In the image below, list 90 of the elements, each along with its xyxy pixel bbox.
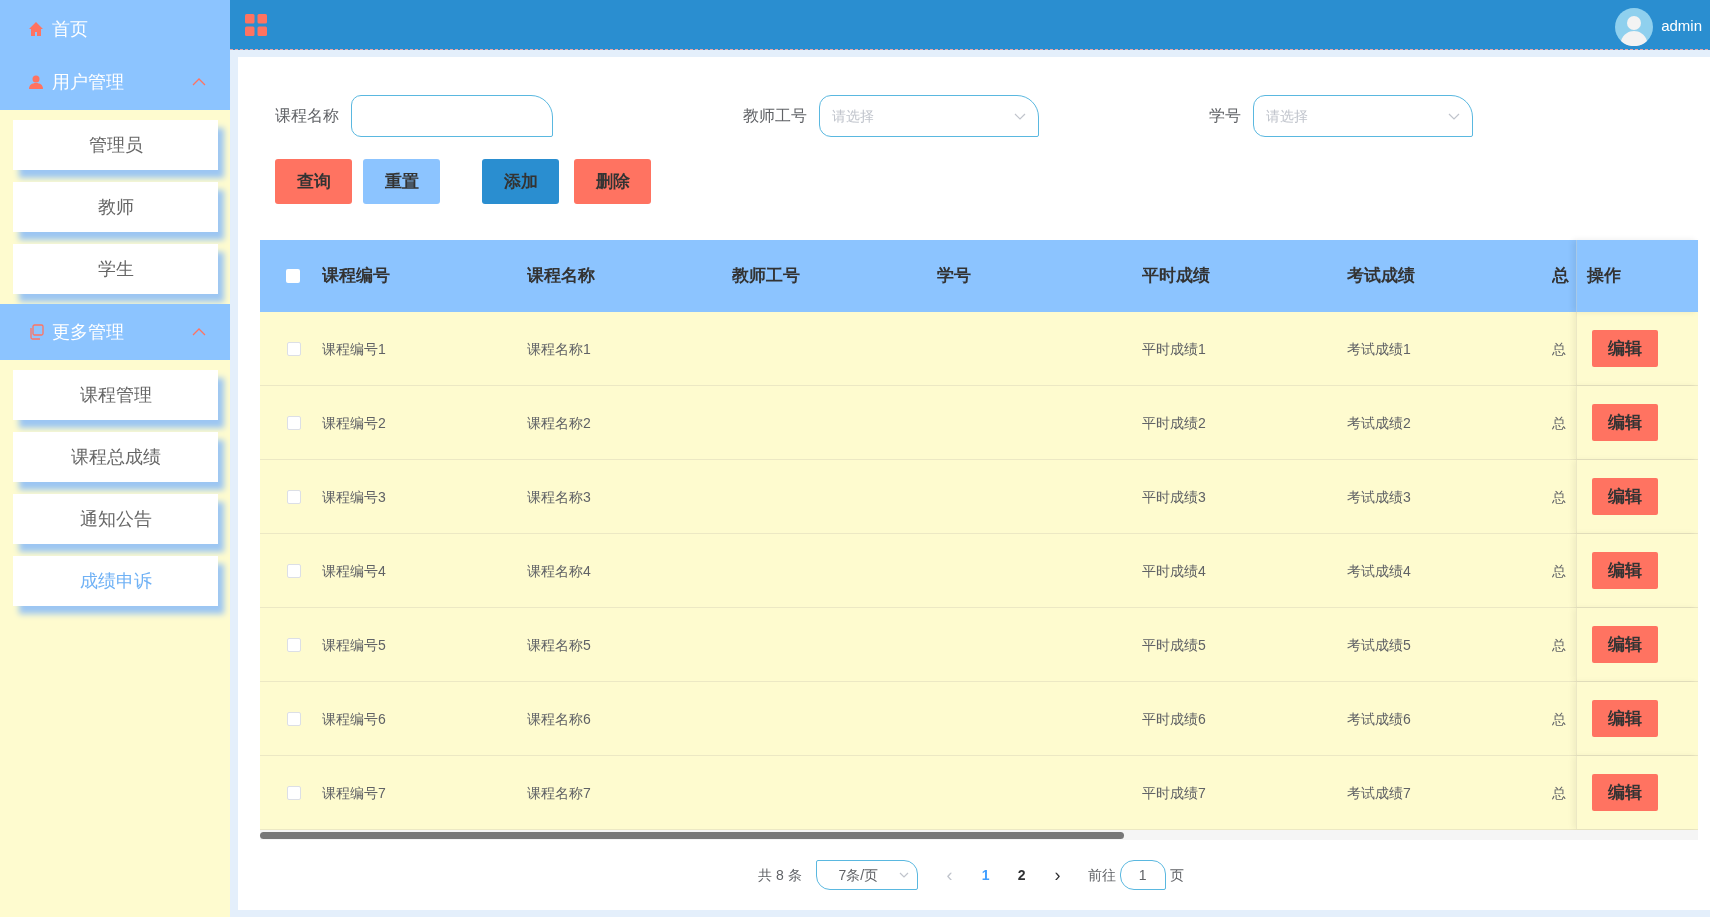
table-cell: 考试成绩2 [1347, 414, 1411, 431]
table-cell: 考试成绩4 [1347, 562, 1411, 579]
course-name-field[interactable] [351, 95, 553, 137]
table-cell: 课程编号2 [322, 414, 386, 431]
chevron-down-icon [1014, 112, 1026, 120]
table-cell: 平时成绩5 [1142, 636, 1206, 653]
column-header: 课程编号 [322, 266, 390, 286]
filter-label: 课程名称 [275, 106, 339, 126]
page-number-field[interactable]: 1 [1119, 860, 1166, 890]
table-cell: 总 [1552, 414, 1566, 431]
edit-button[interactable]: 编辑 [1592, 700, 1658, 737]
table-cell: 总 [1552, 636, 1566, 653]
submenu-item[interactable]: 课程总成绩 [13, 432, 218, 482]
submenu-item[interactable]: 学生 [13, 244, 218, 294]
table-cell: 总 [1552, 784, 1566, 801]
table-cell: 总 [1552, 488, 1566, 505]
row-checkbox[interactable] [287, 785, 301, 800]
table-cell: 课程名称3 [527, 488, 591, 505]
column-header: 平时成绩 [1142, 266, 1210, 286]
submenu-item[interactable]: 课程管理 [13, 370, 218, 420]
table-cell: 考试成绩1 [1347, 340, 1411, 357]
table-cell: 课程编号6 [322, 710, 386, 727]
table-cell: 课程名称4 [527, 562, 591, 579]
avatar-icon[interactable] [1615, 7, 1654, 46]
table-cell: 考试成绩5 [1347, 636, 1411, 653]
table-cell: 平时成绩7 [1142, 784, 1206, 801]
total-count: 共 8 条 [758, 865, 802, 885]
table-cell: 课程编号7 [322, 784, 386, 801]
column-header: 考试成绩 [1347, 266, 1415, 286]
row-checkbox[interactable] [287, 637, 301, 652]
row-checkbox[interactable] [287, 711, 301, 726]
table-cell: 课程名称7 [527, 784, 591, 801]
submenu-item[interactable]: 教师 [13, 182, 218, 232]
table-cell: 考试成绩6 [1347, 710, 1411, 727]
reset-button[interactable]: 重置 [363, 159, 440, 204]
page-button[interactable]: 1 [975, 864, 996, 886]
user-icon [28, 74, 44, 90]
table-cell: 课程名称2 [527, 414, 591, 431]
row-checkbox[interactable] [287, 341, 301, 356]
search-button[interactable]: 查询 [275, 159, 352, 204]
copy-icon [28, 324, 44, 340]
home-icon [28, 21, 44, 37]
table-cell: 课程编号4 [322, 562, 386, 579]
table-cell: 课程名称5 [527, 636, 591, 653]
table-cell: 总 [1552, 340, 1566, 357]
edit-button[interactable]: 编辑 [1592, 330, 1658, 367]
column-header: 教师工号 [732, 266, 800, 286]
table-cell: 平时成绩6 [1142, 710, 1206, 727]
column-header: 操作 [1587, 265, 1621, 288]
horizontal-scrollbar[interactable] [260, 831, 1124, 839]
goto-label: 前往 [1087, 865, 1116, 885]
table-cell: 总 [1552, 710, 1566, 727]
table-cell: 平时成绩1 [1142, 340, 1206, 357]
edit-button[interactable]: 编辑 [1592, 626, 1658, 663]
row-checkbox[interactable] [287, 563, 301, 578]
grid-menu-icon[interactable] [245, 13, 267, 36]
table-cell: 平时成绩2 [1142, 414, 1206, 431]
chevron-down-icon [898, 872, 909, 878]
table-cell: 课程编号3 [322, 488, 386, 505]
table-cell: 课程编号5 [322, 636, 386, 653]
delete-button[interactable]: 删除 [574, 159, 651, 204]
chevron-down-icon [1448, 112, 1460, 120]
username: admin [1661, 16, 1702, 37]
page-size-select[interactable]: 7条/页 [815, 860, 918, 890]
table-cell: 课程编号1 [322, 340, 386, 357]
filter-label: 学号 [1209, 106, 1241, 126]
add-button[interactable]: 添加 [482, 159, 559, 204]
column-header: 学号 [937, 266, 971, 286]
edit-button[interactable]: 编辑 [1592, 404, 1658, 441]
table-cell: 考试成绩3 [1347, 488, 1411, 505]
select-all-checkbox[interactable] [286, 269, 300, 283]
row-checkbox[interactable] [287, 489, 301, 504]
column-header: 课程名称 [527, 266, 595, 286]
table-cell: 平时成绩3 [1142, 488, 1206, 505]
page-button[interactable]: 2 [1011, 864, 1032, 886]
edit-button[interactable]: 编辑 [1592, 478, 1658, 515]
table-cell: 考试成绩7 [1347, 784, 1411, 801]
table-cell: 总 [1552, 562, 1566, 579]
row-checkbox[interactable] [287, 415, 301, 430]
page-suffix: 页 [1169, 865, 1184, 885]
submenu-item[interactable]: 通知公告 [13, 494, 218, 544]
next-page-button[interactable]: › [1047, 861, 1068, 889]
submenu-item[interactable]: 管理员 [13, 120, 218, 170]
edit-button[interactable]: 编辑 [1592, 774, 1658, 811]
column-header: 总 [1552, 266, 1569, 286]
filter-label: 教师工号 [743, 106, 807, 126]
table-cell: 平时成绩4 [1142, 562, 1206, 579]
edit-button[interactable]: 编辑 [1592, 552, 1658, 589]
table-cell: 课程名称1 [527, 340, 591, 357]
table-cell: 课程名称6 [527, 710, 591, 727]
